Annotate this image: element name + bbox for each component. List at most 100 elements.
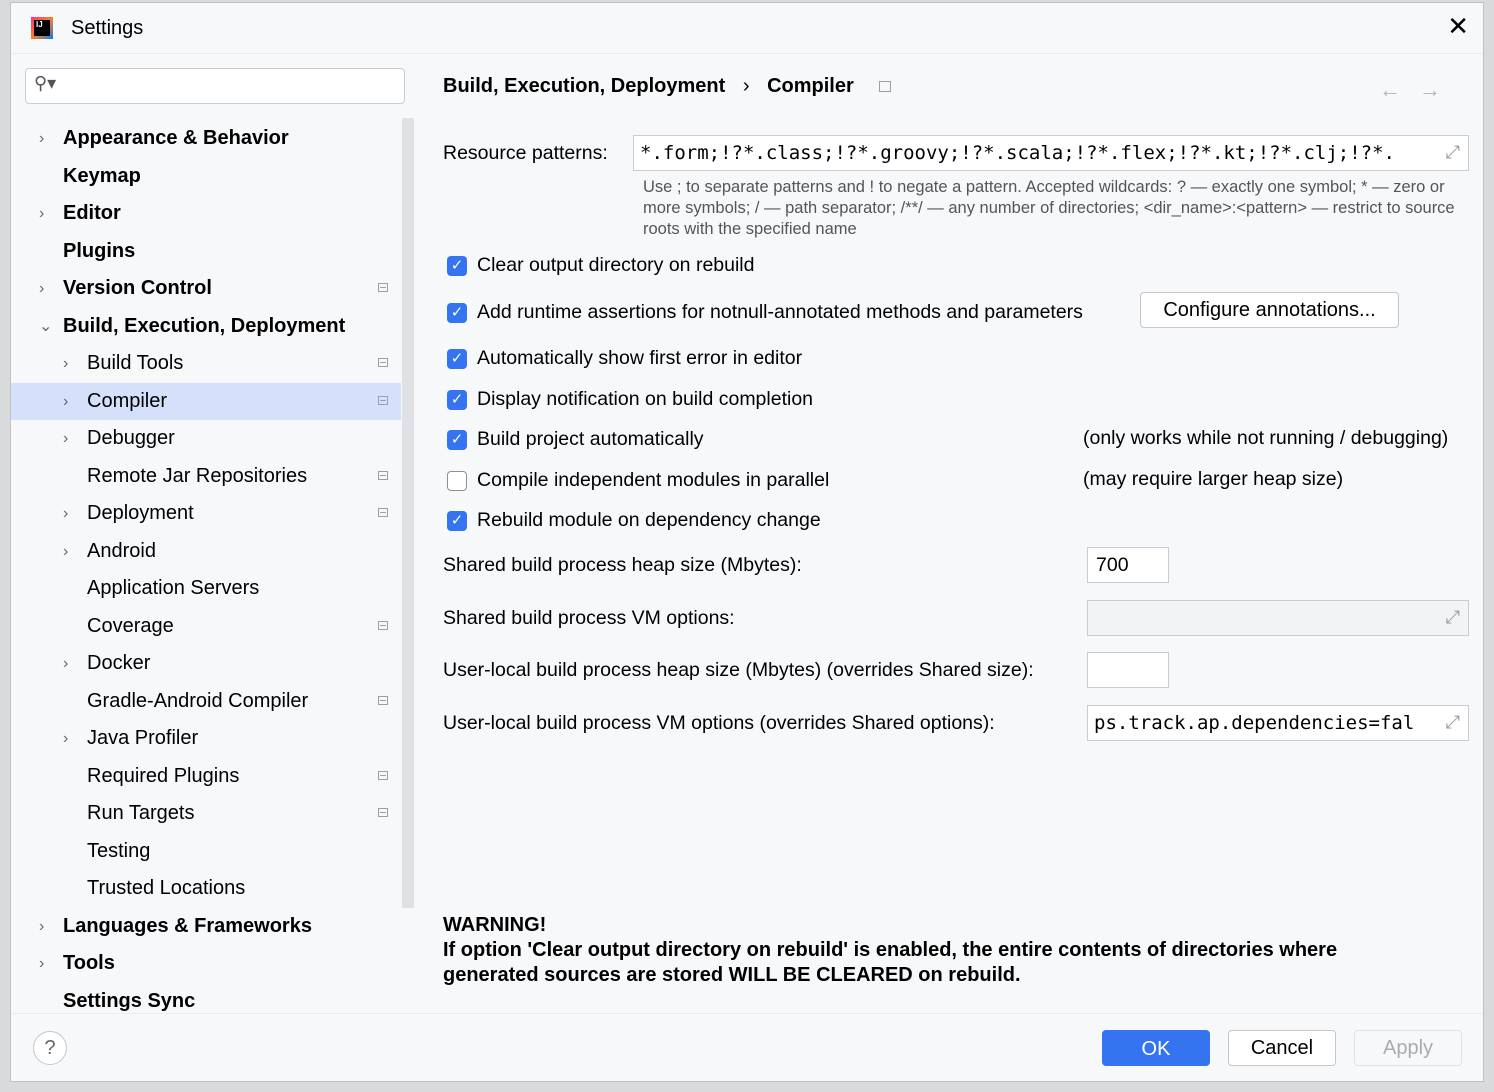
option-label[interactable]: Compile independent modules in parallel (477, 469, 829, 492)
sidebar-scrollbar[interactable] (402, 118, 414, 908)
sidebar-item-label: Application Servers (87, 577, 260, 599)
option-note: (only works while not running / debuggin… (1083, 427, 1449, 449)
project-scope-icon (879, 81, 892, 92)
checkbox[interactable]: ✓ (447, 303, 467, 323)
apply-button[interactable]: Apply (1354, 1030, 1462, 1066)
sidebar-item-label: Remote Jar Repositories (87, 464, 308, 487)
expand-icon[interactable]: ⤢ (1446, 607, 1460, 628)
user-heap-input[interactable] (1087, 652, 1169, 688)
chevron-right-icon[interactable]: › (63, 645, 68, 682)
option-label[interactable]: Rebuild module on dependency change (477, 509, 821, 532)
breadcrumb-parent[interactable]: Build, Execution, Deployment (443, 75, 725, 97)
chevron-right-icon[interactable]: › (39, 120, 44, 157)
sidebar-item[interactable]: Trusted Locations (11, 870, 401, 907)
user-heap-label: User-local build process heap size (Mbyt… (443, 659, 1034, 681)
shared-heap-input[interactable]: 700 (1087, 547, 1169, 583)
sidebar-item-label: Gradle-Android Compiler (87, 689, 309, 712)
chevron-right-icon[interactable]: › (39, 908, 44, 945)
chevron-down-icon[interactable]: ⌄ (39, 308, 52, 345)
sidebar-item-label: Compiler (87, 389, 168, 412)
sidebar-item[interactable]: Run Targets (11, 795, 401, 832)
sidebar-item-label: Android (87, 539, 156, 562)
divider (11, 1013, 1483, 1014)
sidebar-item[interactable]: › Docker (11, 645, 401, 682)
breadcrumb: Build, Execution, Deployment › Compiler (443, 75, 892, 98)
sidebar-item[interactable]: › Android (11, 533, 401, 570)
sidebar-item-label: Java Profiler (87, 727, 199, 749)
option-label[interactable]: Clear output directory on rebuild (477, 254, 755, 277)
sidebar-item[interactable]: › Java Profiler (11, 720, 401, 757)
checkbox[interactable]: ✓ (447, 430, 467, 450)
resource-patterns-help: Use ; to separate patterns and ! to nega… (643, 178, 1455, 238)
checkbox[interactable] (447, 471, 467, 491)
sidebar-item[interactable]: Coverage (11, 608, 401, 645)
sidebar-item[interactable]: Testing (11, 833, 401, 870)
sidebar-item[interactable]: ⌄ Build, Execution, Deployment (11, 308, 401, 345)
chevron-right-icon[interactable]: › (63, 495, 68, 532)
sidebar-item[interactable]: Remote Jar Repositories (11, 458, 401, 495)
sidebar-item[interactable]: › Deployment (11, 495, 401, 532)
sidebar-item[interactable]: › Build Tools (11, 345, 401, 382)
checkbox[interactable]: ✓ (447, 511, 467, 531)
chevron-right-icon[interactable]: › (39, 945, 44, 982)
divider (11, 53, 1483, 54)
chevron-right-icon[interactable]: › (63, 345, 68, 382)
option-label[interactable]: Build project automatically (477, 428, 704, 451)
sidebar-item-label: Trusted Locations (87, 877, 246, 899)
back-icon[interactable]: ← (1379, 77, 1401, 103)
breadcrumb-separator-icon: › (742, 75, 750, 97)
expand-icon[interactable]: ⤢ (1446, 142, 1460, 163)
user-vm-options-value: ps.track.ap.dependencies=fal (1094, 712, 1415, 734)
sidebar-item-label: Testing (87, 839, 151, 862)
window-title: Settings (71, 17, 144, 39)
sidebar-item[interactable]: Plugins (11, 233, 401, 270)
option-label[interactable]: Display notification on build completion (477, 388, 813, 411)
sidebar-item[interactable]: › Editor (11, 195, 401, 232)
sidebar-item[interactable]: › Compiler (11, 382, 401, 420)
warning-text: If option 'Clear output directory on reb… (443, 939, 1338, 986)
sidebar-item-label: Debugger (87, 427, 175, 449)
warning-title: WARNING! (443, 914, 547, 936)
chevron-right-icon[interactable]: › (63, 420, 68, 457)
shared-vm-options-input[interactable]: ⤢ (1087, 600, 1469, 636)
breadcrumb-current: Compiler (767, 75, 854, 97)
chevron-right-icon[interactable]: › (63, 533, 68, 570)
configure-annotations-button[interactable]: Configure annotations... (1140, 292, 1399, 328)
expand-icon[interactable]: ⤢ (1446, 712, 1460, 733)
sidebar-item[interactable]: › Languages & Frameworks (11, 908, 401, 945)
resource-patterns-input[interactable]: *.form;!?*.class;!?*.groovy;!?*.scala;!?… (633, 135, 1469, 171)
cancel-button[interactable]: Cancel (1228, 1030, 1336, 1066)
sidebar-item[interactable]: Keymap (11, 158, 401, 195)
sidebar-item[interactable]: › Appearance & Behavior (11, 120, 401, 157)
sidebar-item[interactable]: Gradle-Android Compiler (11, 683, 401, 720)
option-note: (may require larger heap size) (1083, 468, 1344, 490)
chevron-right-icon[interactable]: › (39, 195, 44, 232)
checkbox[interactable]: ✓ (447, 349, 467, 369)
user-vm-options-input[interactable]: ps.track.ap.dependencies=fal ⤢ (1087, 705, 1469, 741)
checkbox[interactable]: ✓ (447, 256, 467, 276)
option-label[interactable]: Automatically show first error in editor (477, 347, 802, 370)
chevron-right-icon[interactable]: › (63, 720, 68, 757)
close-icon[interactable]: ✕ (1447, 11, 1469, 42)
resource-patterns-label: Resource patterns: (443, 142, 608, 164)
sidebar-item[interactable]: › Debugger (11, 420, 401, 457)
sidebar-item-label: Plugins (63, 239, 136, 262)
checkbox[interactable]: ✓ (447, 390, 467, 410)
help-button[interactable]: ? (33, 1031, 67, 1065)
forward-icon[interactable]: → (1419, 77, 1441, 103)
sidebar-item-label: Languages & Frameworks (63, 914, 312, 937)
ok-button[interactable]: OK (1102, 1030, 1210, 1066)
sidebar-item-label: Coverage (87, 614, 174, 637)
chevron-right-icon[interactable]: › (39, 270, 44, 307)
project-scope-icon (378, 395, 388, 405)
sidebar-item-label: Appearance & Behavior (63, 127, 289, 149)
option-label[interactable]: Add runtime assertions for notnull-annot… (477, 301, 1083, 324)
shared-vm-options-label: Shared build process VM options: (443, 607, 735, 629)
sidebar-item[interactable]: › Tools (11, 945, 401, 982)
search-input[interactable]: ⚲▾ (25, 68, 405, 104)
sidebar-item[interactable]: › Version Control (11, 270, 401, 307)
sidebar-item-label: Run Targets (87, 802, 195, 824)
chevron-right-icon[interactable]: › (63, 383, 68, 420)
sidebar-item[interactable]: Application Servers (11, 570, 401, 607)
sidebar-item[interactable]: Required Plugins (11, 758, 401, 795)
